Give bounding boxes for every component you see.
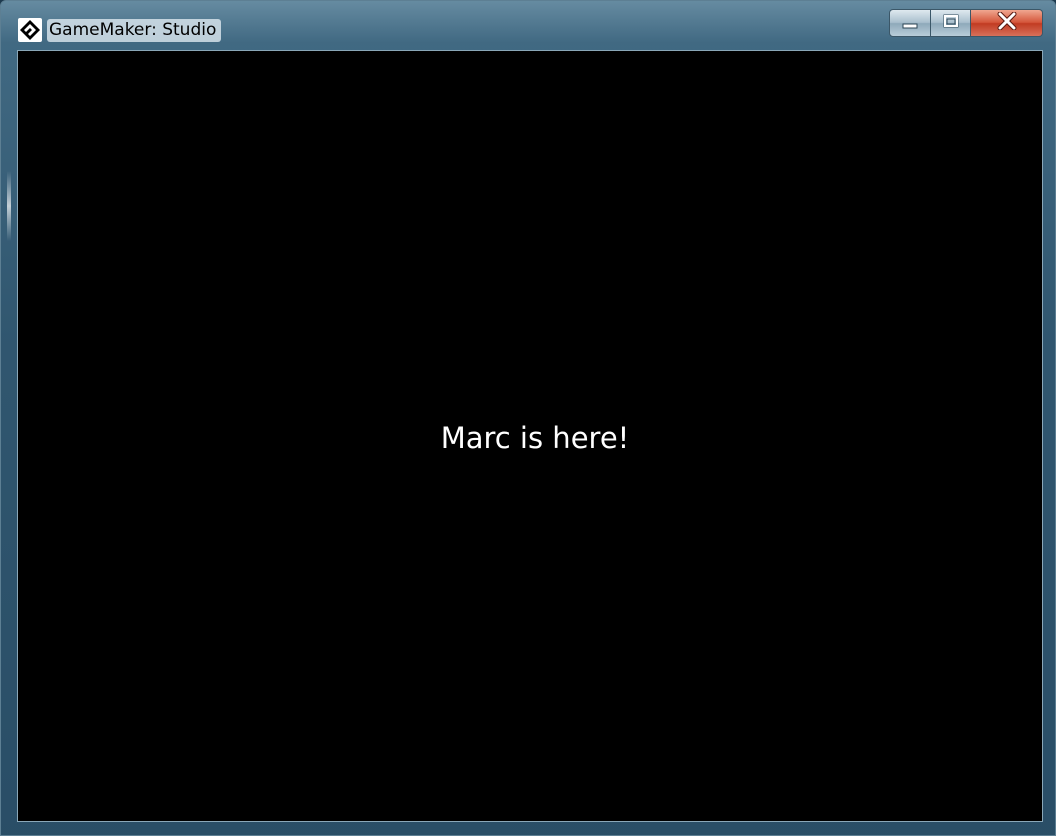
gamemaker-logo-icon[interactable] — [18, 18, 42, 42]
close-icon — [997, 11, 1017, 34]
maximize-button[interactable] — [931, 9, 971, 37]
game-window: GameMaker: Studio Marc is here! — [0, 0, 1056, 836]
game-canvas[interactable]: Marc is here! — [17, 50, 1043, 822]
minimize-icon — [901, 14, 919, 33]
window-title: GameMaker: Studio — [47, 19, 222, 42]
title-bar[interactable]: GameMaker: Studio — [1, 1, 1055, 49]
game-message: Marc is here! — [440, 421, 630, 455]
close-button[interactable] — [971, 9, 1043, 37]
window-controls — [889, 9, 1043, 37]
maximize-icon — [942, 13, 960, 33]
minimize-button[interactable] — [889, 9, 931, 37]
